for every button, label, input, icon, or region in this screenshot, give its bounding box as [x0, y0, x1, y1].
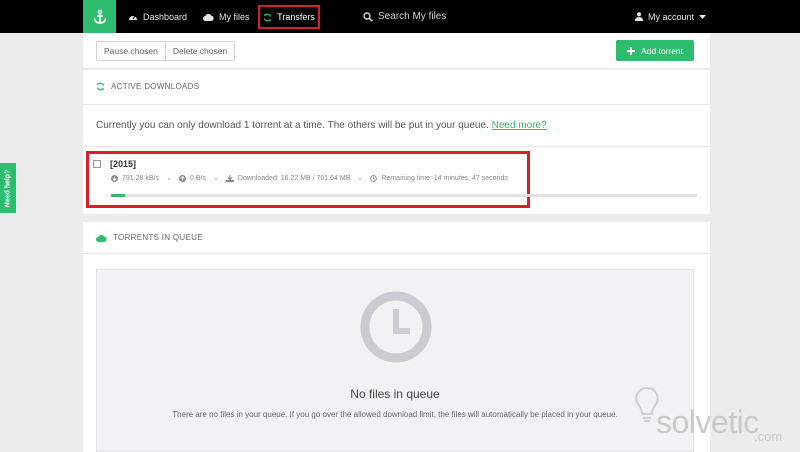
- account-label: My account: [648, 11, 695, 22]
- refresh-icon: [96, 82, 105, 91]
- nav-dashboard[interactable]: Dashboard: [128, 0, 187, 33]
- arrow-up-circle-icon: [178, 175, 186, 182]
- search-icon: [363, 11, 373, 22]
- plus-icon: [626, 46, 635, 55]
- active-downloads-header: ACTIVE DOWNLOADS: [96, 82, 199, 91]
- nav-dashboard-label: Dashboard: [143, 11, 188, 22]
- cloud-icon: [96, 234, 107, 242]
- need-help-label: Need help?: [4, 169, 12, 207]
- bulk-action-group: Pause chosen Delete chosen: [96, 41, 236, 61]
- logo[interactable]: [83, 0, 116, 33]
- active-downloads-panel: ACTIVE DOWNLOADS Currently you can only …: [83, 70, 710, 214]
- watermark-suffix: .com: [754, 429, 783, 444]
- nav-transfers[interactable]: Transfers: [258, 5, 320, 29]
- nav-my-files[interactable]: My files: [203, 0, 250, 33]
- separator-dot: [359, 177, 362, 180]
- solvetic-watermark: solvetic .com: [620, 382, 790, 448]
- download-icon: [225, 175, 234, 182]
- empty-queue-placeholder: No files in queue There are no files in …: [96, 269, 694, 452]
- separator-dot: [214, 177, 217, 180]
- download-progress-fill: [111, 194, 125, 197]
- download-limit-notice: Currently you can only download 1 torren…: [96, 120, 547, 131]
- caret-down-icon: [699, 14, 707, 19]
- download-speed-value: 791.28 kB/s: [122, 175, 159, 182]
- torrent-name[interactable]: [2015]: [110, 159, 136, 169]
- separator-dot: [167, 177, 170, 180]
- cloud-icon: [203, 13, 214, 21]
- add-torrent-label: Add torrent: [640, 45, 684, 56]
- watermark-text: solvetic: [656, 404, 759, 441]
- divider: [83, 104, 710, 105]
- refresh-icon: [263, 13, 272, 21]
- upload-speed-value: 0 B/s: [189, 175, 206, 182]
- torrent-stats: 791.28 kB/s 0 B/s Downloaded: 16.22 MB /…: [111, 175, 508, 182]
- download-progress-bar: [111, 194, 697, 197]
- queue-panel: TORRENTS IN QUEUE No files in queue Ther…: [83, 222, 710, 452]
- divider: [83, 146, 710, 147]
- torrent-select-checkbox[interactable]: [93, 160, 101, 168]
- remaining-time: Remaining time: 14 minutes, 47 seconds: [370, 175, 508, 182]
- remaining-time-value: Remaining time: 14 minutes, 47 seconds: [381, 175, 508, 182]
- notice-text: Currently you can only download 1 torren…: [96, 120, 489, 131]
- clock-icon: [360, 291, 432, 363]
- download-speed: 791.28 kB/s: [111, 175, 159, 182]
- divider: [83, 253, 710, 254]
- search-field[interactable]: Search My files: [363, 0, 446, 33]
- arrow-down-circle-icon: [111, 175, 118, 182]
- queue-header: TORRENTS IN QUEUE: [96, 233, 203, 242]
- queue-title: TORRENTS IN QUEUE: [113, 233, 203, 242]
- top-nav-bar: Dashboard My files Transfers Search My f…: [0, 0, 800, 33]
- downloaded-amount: Downloaded: 16.22 MB / 701.64 MB: [225, 175, 351, 182]
- watermark-letter: s: [656, 404, 672, 440]
- add-torrent-button[interactable]: Add torrent: [616, 40, 694, 61]
- account-menu[interactable]: My account: [635, 0, 707, 33]
- empty-queue-description: There are no files in your queue. If you…: [172, 410, 618, 419]
- need-help-tab[interactable]: Need help?: [0, 163, 16, 213]
- downloaded-value: Downloaded: 16.22 MB / 701.64 MB: [237, 175, 351, 182]
- dashboard-icon: [129, 15, 137, 20]
- user-icon: [635, 12, 643, 21]
- active-downloads-title: ACTIVE DOWNLOADS: [111, 82, 200, 91]
- pause-chosen-button[interactable]: Pause chosen: [97, 42, 165, 60]
- anchor-icon: [93, 9, 106, 24]
- nav-transfers-label: Transfers: [277, 12, 315, 22]
- upload-speed: 0 B/s: [178, 175, 206, 182]
- clock-icon: [370, 175, 378, 182]
- delete-chosen-button[interactable]: Delete chosen: [164, 42, 235, 60]
- need-more-link[interactable]: Need more?: [492, 120, 547, 131]
- watermark-word: olvetic: [671, 404, 760, 440]
- transfers-toolbar: Pause chosen Delete chosen Add torrent: [83, 33, 710, 69]
- empty-queue-title: No files in queue: [350, 387, 440, 401]
- search-placeholder: Search My files: [378, 11, 447, 22]
- nav-my-files-label: My files: [219, 11, 250, 22]
